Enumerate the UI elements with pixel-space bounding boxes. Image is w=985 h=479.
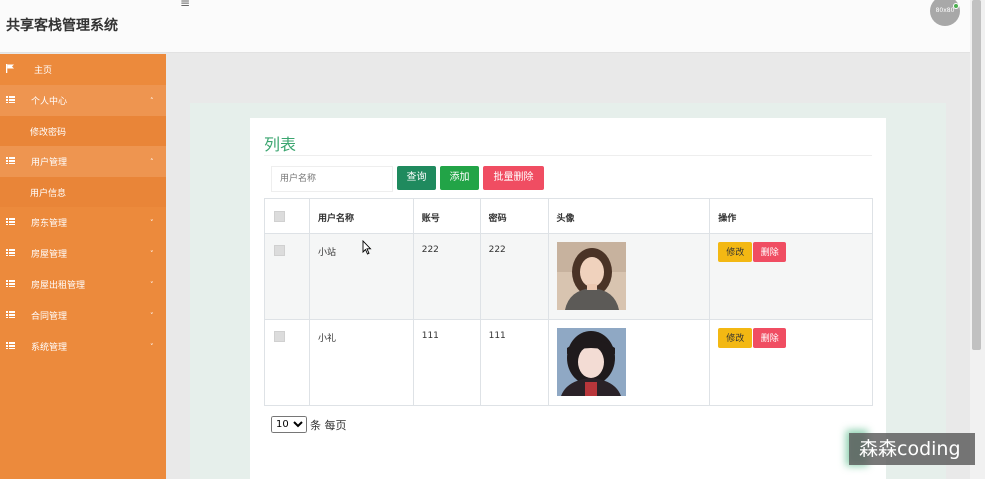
avatar-image bbox=[556, 328, 626, 396]
sidebar-item-home[interactable]: 主页 bbox=[0, 54, 166, 85]
sidebar-item-contract-management[interactable]: 合同管理 ˅ bbox=[0, 300, 166, 331]
sidebar-item-label: 主页 bbox=[34, 66, 53, 76]
row-checkbox[interactable] bbox=[274, 331, 285, 342]
avatar-cell bbox=[547, 233, 711, 320]
chevron-down-icon: ˅ bbox=[150, 249, 154, 258]
per-page-label: 条 每页 bbox=[310, 418, 347, 432]
user-table: 用户名称 账号 密码 头像 操作 小站 222 222 修改 删除 小礼 111… bbox=[264, 198, 873, 406]
grid-icon bbox=[6, 280, 15, 289]
page-size-select[interactable]: 10 bbox=[271, 416, 307, 433]
delete-button[interactable]: 删除 bbox=[753, 242, 787, 262]
chevron-up-icon: ˄ bbox=[150, 157, 154, 166]
sidebar-item-label: 房屋出租管理 bbox=[31, 281, 86, 291]
table-header-row: 用户名称 账号 密码 头像 操作 bbox=[264, 198, 873, 234]
flag-icon bbox=[6, 64, 15, 75]
delete-button[interactable]: 删除 bbox=[753, 328, 787, 348]
divider bbox=[264, 155, 872, 156]
grid-icon bbox=[6, 342, 15, 351]
avatar-image bbox=[556, 242, 626, 310]
watermark: 森森coding bbox=[849, 433, 975, 465]
password-cell: 222 bbox=[479, 233, 549, 320]
sidebar-item-landlord-management[interactable]: 房东管理 ˅ bbox=[0, 207, 166, 238]
select-all-checkbox[interactable] bbox=[274, 211, 285, 222]
grid-icon bbox=[6, 311, 15, 320]
chevron-down-icon: ˅ bbox=[150, 280, 154, 289]
sidebar-item-label: 房屋管理 bbox=[31, 250, 68, 260]
account-cell: 111 bbox=[412, 319, 481, 406]
sidebar-subitem-change-password[interactable]: 修改密码 bbox=[0, 116, 166, 146]
sidebar: 主页 个人中心 ˄ 修改密码 用户管理 ˄ 用户信息 房东管理 ˅ 房屋管理 ˅… bbox=[0, 54, 166, 479]
select-all-header bbox=[264, 198, 310, 234]
actions-cell: 修改 删除 bbox=[709, 319, 873, 406]
edit-button[interactable]: 修改 bbox=[718, 242, 753, 262]
column-header: 账号 bbox=[412, 198, 481, 234]
add-button[interactable]: 添加 bbox=[440, 166, 479, 190]
grid-icon bbox=[6, 157, 15, 166]
table-row: 小礼 111 111 修改 删除 bbox=[264, 319, 873, 406]
top-header: 共享客栈管理系统 ≡ bbox=[0, 0, 970, 53]
edit-button[interactable]: 修改 bbox=[718, 328, 753, 348]
actions-cell: 修改 删除 bbox=[709, 233, 873, 320]
sidebar-item-personal-center[interactable]: 个人中心 ˄ bbox=[0, 85, 166, 116]
sidebar-subitem-user-info[interactable]: 用户信息 bbox=[0, 177, 166, 207]
scrollbar-thumb[interactable] bbox=[972, 0, 981, 350]
grid-icon bbox=[6, 96, 15, 105]
row-checkbox[interactable] bbox=[274, 245, 285, 256]
vertical-scrollbar[interactable] bbox=[970, 0, 985, 479]
table-row: 小站 222 222 修改 删除 bbox=[264, 233, 873, 320]
search-input[interactable] bbox=[271, 166, 393, 192]
page-title: 列表 bbox=[264, 135, 297, 154]
sidebar-item-rental-management[interactable]: 房屋出租管理 ˅ bbox=[0, 269, 166, 300]
grid-icon bbox=[6, 218, 15, 227]
avatar-cell bbox=[547, 319, 711, 406]
chevron-down-icon: ˅ bbox=[150, 342, 154, 351]
grid-icon bbox=[6, 249, 15, 258]
online-status-icon bbox=[953, 3, 959, 9]
password-cell: 111 bbox=[479, 319, 549, 406]
column-header: 操作 bbox=[709, 198, 873, 234]
row-select-cell bbox=[264, 319, 310, 406]
sidebar-item-user-management[interactable]: 用户管理 ˄ bbox=[0, 146, 166, 177]
hamburger-menu-icon[interactable]: ≡ bbox=[180, 0, 190, 10]
account-cell: 222 bbox=[412, 233, 481, 320]
sidebar-item-label: 合同管理 bbox=[31, 312, 68, 322]
sidebar-item-label: 用户管理 bbox=[31, 158, 68, 168]
row-select-cell bbox=[264, 233, 310, 320]
query-button[interactable]: 查询 bbox=[397, 166, 436, 190]
sidebar-item-house-management[interactable]: 房屋管理 ˅ bbox=[0, 238, 166, 269]
mouse-cursor-icon bbox=[362, 240, 372, 255]
pagination: 10 条 每页 bbox=[271, 416, 347, 433]
sidebar-item-label: 房东管理 bbox=[31, 219, 68, 229]
username-cell: 小礼 bbox=[308, 319, 414, 406]
sidebar-item-label: 系统管理 bbox=[31, 343, 68, 353]
chevron-up-icon: ˄ bbox=[150, 96, 154, 105]
chevron-down-icon: ˅ bbox=[150, 218, 154, 227]
column-header: 密码 bbox=[479, 198, 549, 234]
sidebar-item-system-management[interactable]: 系统管理 ˅ bbox=[0, 331, 166, 362]
sidebar-item-label: 个人中心 bbox=[31, 97, 68, 107]
column-header: 用户名称 bbox=[308, 198, 414, 234]
column-header: 头像 bbox=[547, 198, 711, 234]
app-title: 共享客栈管理系统 bbox=[6, 18, 118, 34]
chevron-down-icon: ˅ bbox=[150, 311, 154, 320]
batch-delete-button[interactable]: 批量删除 bbox=[483, 166, 544, 190]
